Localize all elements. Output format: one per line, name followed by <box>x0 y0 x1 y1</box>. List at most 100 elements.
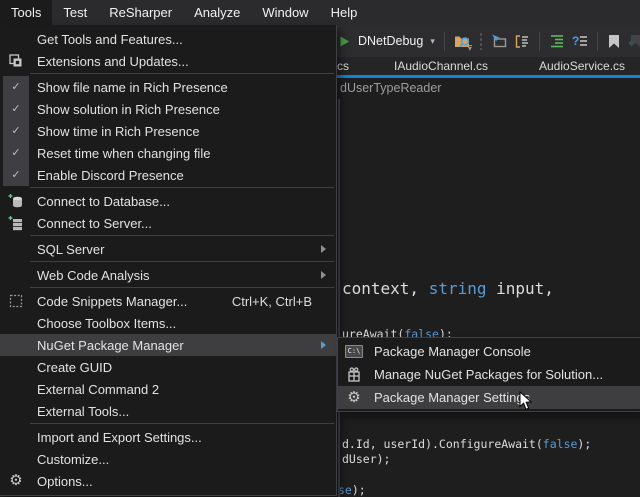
server-icon <box>3 212 29 234</box>
menu-item-label: Create GUID <box>37 360 112 375</box>
configuration-selector[interactable]: DNetDebug ▾ <box>358 34 435 48</box>
submenu-arrow-icon <box>321 271 326 279</box>
menu-item-external-command-2[interactable]: External Command 2 <box>0 378 336 400</box>
navigate-cursor-icon[interactable] <box>490 34 507 48</box>
mouse-cursor <box>519 391 532 416</box>
menu-icon-slot <box>3 426 29 448</box>
menu-item-reset-time-when-changing-file[interactable]: ✓ Reset time when changing file <box>0 142 336 164</box>
menu-item-show-file-name-in-rich-presence[interactable]: ✓ Show file name in Rich Presence <box>0 76 336 98</box>
svg-text:?: ? <box>572 34 579 48</box>
menu-item-customize[interactable]: Customize... <box>0 448 336 470</box>
find-in-files-icon[interactable]: ▾ <box>454 34 472 49</box>
checkmark-icon: ✓ <box>3 120 29 142</box>
menu-item-show-solution-in-rich-presence[interactable]: ✓ Show solution in Rich Presence <box>0 98 336 120</box>
menu-item-connect-to-database[interactable]: Connect to Database... <box>0 190 336 212</box>
submenu-item-manage-nuget-packages-for-solution[interactable]: Manage NuGet Packages for Solution... <box>338 363 640 386</box>
nuget-submenu: C:\Package Manager Console Manage NuGet P… <box>337 337 640 412</box>
menu-item-show-time-in-rich-presence[interactable]: ✓Show time in Rich Presence <box>0 120 336 142</box>
checkmark-icon: ✓ <box>3 142 29 164</box>
menu-item-connect-to-server[interactable]: Connect to Server... <box>0 212 336 234</box>
menu-item-label: External Tools... <box>37 404 129 419</box>
menubar-item-test[interactable]: Test <box>52 0 98 25</box>
menu-icon-slot <box>3 264 29 286</box>
help-lines-icon[interactable]: ? <box>572 34 588 48</box>
menu-icon-slot <box>3 238 29 260</box>
dropdown-caret-icon: ▾ <box>430 36 435 47</box>
menubar-item-help[interactable]: Help <box>320 0 369 25</box>
menu-item-extensions-and-updates[interactable]: Extensions and Updates... <box>0 50 336 72</box>
menu-item-label: Show file name in Rich Presence <box>37 80 228 95</box>
menu-separator <box>30 423 334 424</box>
configuration-label: DNetDebug <box>358 34 423 48</box>
submenu-item-package-manager-settings[interactable]: ⚙Package Manager Settings <box>338 386 640 409</box>
menu-item-label: Show solution in Rich Presence <box>37 102 220 117</box>
menu-icon-slot <box>3 448 29 470</box>
submenu-arrow-icon <box>321 245 326 253</box>
dropdown-mini-caret-icon[interactable]: ▾ <box>468 45 472 52</box>
toolbar-separator <box>444 32 445 51</box>
checkmark-icon: ✓ <box>3 76 29 98</box>
menu-item-label: Options... <box>37 474 93 489</box>
menu-separator <box>30 261 334 262</box>
vs-window: ToolsTestReSharperAnalyzeWindowHelp DNet… <box>0 0 640 497</box>
toolbar-separator <box>539 32 540 51</box>
menu-icon-slot <box>3 28 29 50</box>
menubar-item-window[interactable]: Window <box>251 0 319 25</box>
menu-separator <box>30 73 334 74</box>
submenu-item-label: Manage NuGet Packages for Solution... <box>374 367 603 382</box>
snippets-icon <box>3 290 29 312</box>
menubar-item-tools[interactable]: Tools <box>0 0 52 25</box>
menu-separator <box>30 187 334 188</box>
menu-separator <box>30 287 334 288</box>
run-icon[interactable] <box>338 35 351 48</box>
menubar-item-analyze[interactable]: Analyze <box>183 0 251 25</box>
menu-item-label: Customize... <box>37 452 109 467</box>
bookmark-disabled-icon <box>628 34 640 49</box>
toolbar-row: DNetDebug ▾ ▾? <box>338 25 640 57</box>
code-line: se); <box>338 483 366 497</box>
menu-bar: ToolsTestReSharperAnalyzeWindowHelp <box>0 0 640 25</box>
menu-icon-slot <box>3 356 29 378</box>
menu-item-get-tools-and-features[interactable]: Get Tools and Features... <box>0 28 336 50</box>
menubar-item-resharper[interactable]: ReSharper <box>98 0 183 25</box>
gear-icon: ⚙ <box>3 470 29 492</box>
menu-item-label: Get Tools and Features... <box>37 32 183 47</box>
menu-item-web-code-analysis[interactable]: Web Code Analysis <box>0 264 336 286</box>
menu-item-label: External Command 2 <box>37 382 159 397</box>
menu-item-sql-server[interactable]: SQL Server <box>0 238 336 260</box>
menu-item-choose-toolbox-items[interactable]: Choose Toolbox Items... <box>0 312 336 334</box>
menu-item-nuget-package-manager[interactable]: NuGet Package Manager <box>0 334 336 356</box>
tab-cs[interactable]: cs <box>337 57 349 75</box>
menu-item-label: Reset time when changing file <box>37 146 210 161</box>
tab-iaudiochannel-cs[interactable]: IAudioChannel.cs <box>394 57 488 75</box>
menu-item-label: Connect to Server... <box>37 216 152 231</box>
menu-item-label: Choose Toolbox Items... <box>37 316 176 331</box>
menu-item-external-tools[interactable]: External Tools... <box>0 400 336 422</box>
menu-item-code-snippets-manager[interactable]: Code Snippets Manager...Ctrl+K, Ctrl+B <box>0 290 336 312</box>
package-icon <box>342 367 366 382</box>
menu-item-label: Import and Export Settings... <box>37 430 202 445</box>
code-line: dUser); <box>342 452 390 466</box>
tools-menu: Get Tools and Features... Extensions and … <box>0 25 337 496</box>
menu-item-label: NuGet Package Manager <box>37 338 184 353</box>
menu-icon-slot <box>3 334 29 356</box>
database-icon <box>3 190 29 212</box>
navbar-type-dropdown[interactable]: dUserTypeReader <box>340 78 441 99</box>
toolbar-grip-handle[interactable] <box>479 32 483 50</box>
menu-item-label: Code Snippets Manager... <box>37 294 187 309</box>
code-line: context, string input, <box>342 279 554 298</box>
menu-item-enable-discord-presence[interactable]: ✓Enable Discord Presence <box>0 164 336 186</box>
menu-item-label: Enable Discord Presence <box>37 168 184 183</box>
menu-item-import-and-export-settings[interactable]: Import and Export Settings... <box>0 426 336 448</box>
submenu-item-package-manager-console[interactable]: C:\Package Manager Console <box>338 340 640 363</box>
indent-lines-icon[interactable] <box>549 34 565 48</box>
checkmark-icon: ✓ <box>3 98 29 120</box>
code-line: d.Id, userId).ConfigureAwait(false); <box>342 437 591 451</box>
bookmark-icon[interactable] <box>607 34 621 49</box>
clone-caret-icon[interactable] <box>514 34 530 49</box>
menu-item-create-guid[interactable]: Create GUID <box>0 356 336 378</box>
tab-audioservice-cs[interactable]: AudioService.cs <box>539 57 625 75</box>
menu-item-options[interactable]: ⚙ Options... <box>0 470 336 492</box>
menu-icon-slot <box>3 312 29 334</box>
submenu-item-label: Package Manager Console <box>374 344 531 359</box>
